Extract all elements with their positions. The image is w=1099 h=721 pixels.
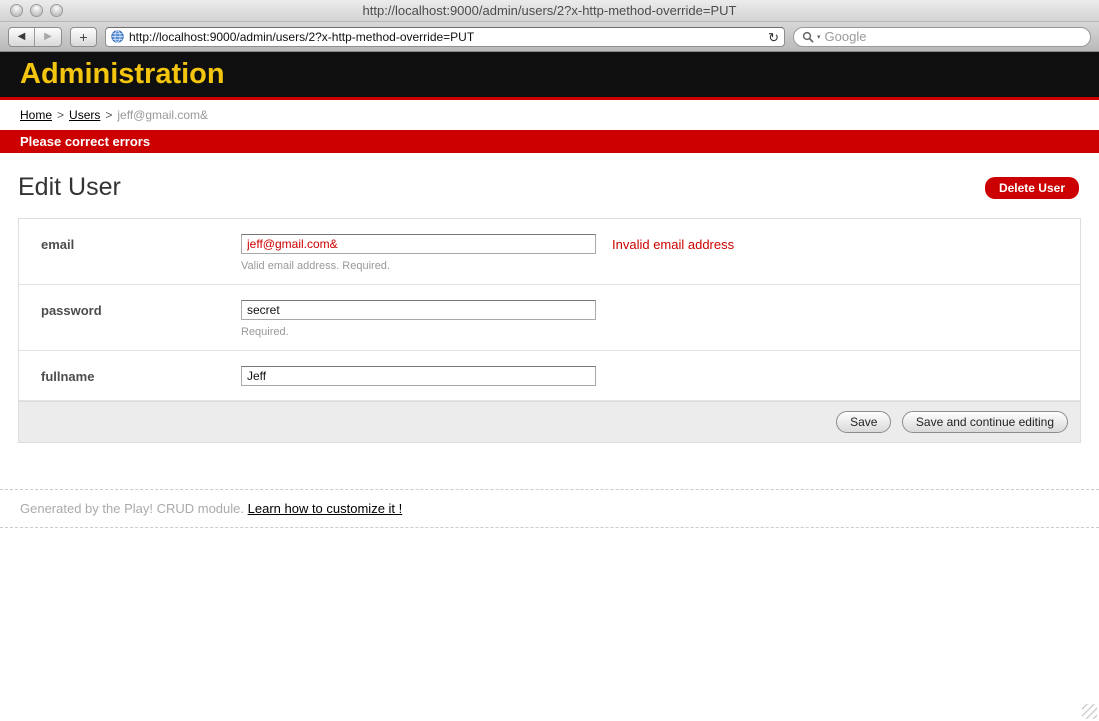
email-label: email: [41, 234, 241, 272]
resize-grip-icon[interactable]: [1082, 704, 1097, 719]
email-field[interactable]: [241, 234, 596, 254]
search-field[interactable]: ▾ Google: [793, 27, 1091, 47]
new-tab-button[interactable]: +: [70, 27, 97, 47]
magnifier-icon: [802, 31, 814, 43]
zoom-button[interactable]: [50, 4, 63, 17]
breadcrumb-current: jeff@gmail.com&: [117, 108, 208, 122]
breadcrumb-separator: >: [57, 108, 64, 122]
error-banner: Please correct errors: [0, 130, 1099, 153]
form-row-password: password Required.: [19, 285, 1080, 351]
window-title: http://localhost:9000/admin/users/2?x-ht…: [0, 3, 1099, 18]
search-engine-caret-icon[interactable]: ▾: [817, 33, 821, 41]
globe-icon: [111, 30, 124, 43]
window-controls: [10, 4, 63, 17]
fullname-label: fullname: [41, 366, 241, 386]
password-field[interactable]: [241, 300, 596, 320]
page-title: Edit User: [18, 173, 121, 202]
footer-text: Generated by the Play! CRUD module.: [20, 501, 244, 516]
form-row-email: email Invalid email address Valid email …: [19, 219, 1080, 285]
forward-button[interactable]: ▶: [35, 28, 61, 46]
heading-row: Edit User Delete User: [18, 173, 1079, 202]
form-row-fullname: fullname: [19, 351, 1080, 401]
browser-window: http://localhost:9000/admin/users/2?x-ht…: [0, 0, 1099, 721]
password-label: password: [41, 300, 241, 338]
search-placeholder: Google: [825, 29, 867, 44]
close-button[interactable]: [10, 4, 23, 17]
edit-user-form: email Invalid email address Valid email …: [18, 218, 1081, 443]
breadcrumb-home-link[interactable]: Home: [20, 108, 52, 122]
breadcrumb-users-link[interactable]: Users: [69, 108, 100, 122]
app-title: Administration: [20, 58, 225, 91]
nav-buttons: ◀ ▶: [8, 27, 62, 47]
form-buttons: Save Save and continue editing: [19, 401, 1080, 442]
delete-user-button[interactable]: Delete User: [985, 177, 1079, 199]
minimize-button[interactable]: [30, 4, 43, 17]
page-footer: Generated by the Play! CRUD module. Lear…: [0, 489, 1099, 528]
email-error: Invalid email address: [612, 237, 734, 252]
app-header: Administration: [0, 52, 1099, 100]
breadcrumb: Home > Users > jeff@gmail.com&: [0, 100, 1099, 130]
back-button[interactable]: ◀: [9, 28, 35, 46]
save-button[interactable]: Save: [836, 411, 891, 433]
email-help: Valid email address. Required.: [241, 260, 1080, 272]
customize-link[interactable]: Learn how to customize it !: [248, 501, 403, 516]
fullname-field[interactable]: [241, 366, 596, 386]
titlebar: http://localhost:9000/admin/users/2?x-ht…: [0, 0, 1099, 22]
save-and-continue-button[interactable]: Save and continue editing: [902, 411, 1068, 433]
address-bar[interactable]: http://localhost:9000/admin/users/2?x-ht…: [105, 27, 785, 47]
refresh-button[interactable]: ↻: [768, 29, 779, 46]
browser-toolbar: ◀ ▶ + http://localhost:9000/admin/users/…: [0, 22, 1099, 52]
breadcrumb-separator: >: [105, 108, 112, 122]
address-url[interactable]: http://localhost:9000/admin/users/2?x-ht…: [129, 30, 474, 44]
password-help: Required.: [241, 326, 1080, 338]
